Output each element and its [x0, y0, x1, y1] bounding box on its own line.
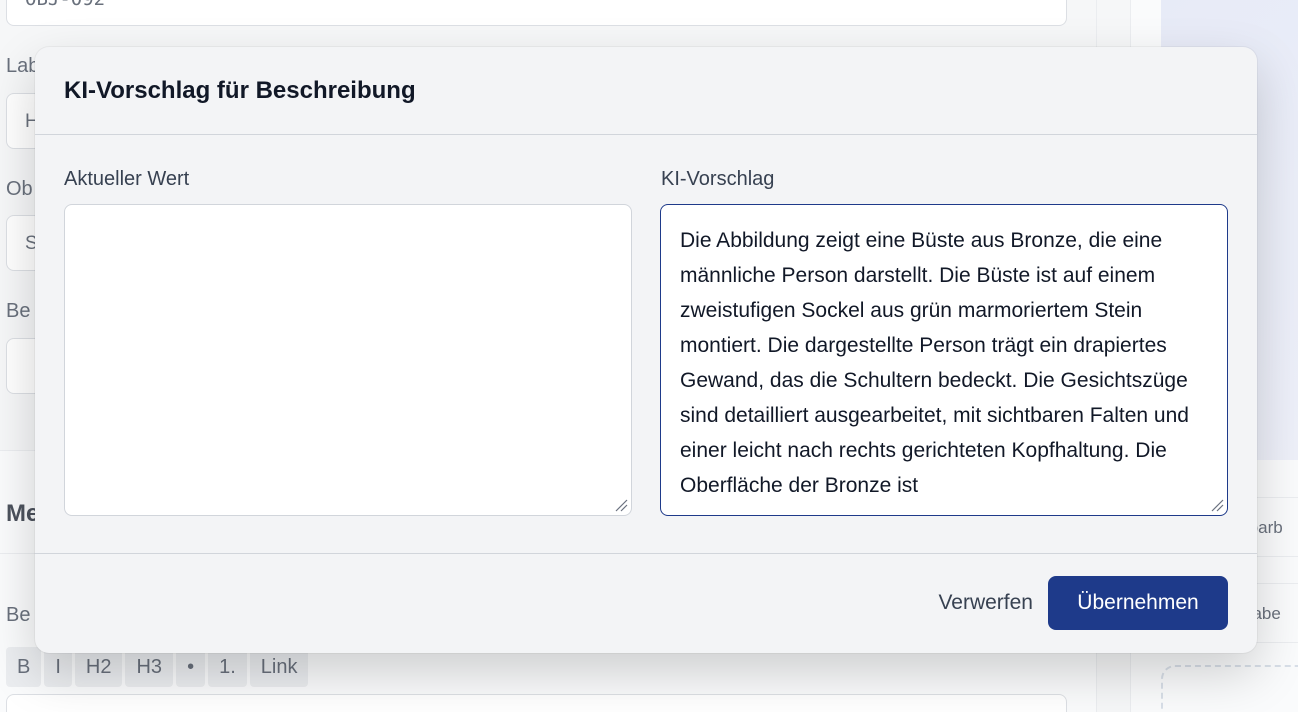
dialog-footer: Verwerfen Übernehmen — [35, 554, 1257, 652]
suggestion-textarea[interactable]: Die Abbildung zeigt eine Büste aus Bronz… — [660, 204, 1228, 516]
ai-suggestion-dialog: KI-Vorschlag für Beschreibung Aktueller … — [35, 47, 1257, 653]
current-value-textarea[interactable] — [64, 204, 632, 516]
suggestion-label: KI-Vorschlag — [661, 168, 775, 190]
current-value-text — [65, 205, 631, 223]
discard-button[interactable]: Verwerfen — [928, 576, 1043, 630]
resize-handle-icon[interactable] — [1210, 498, 1224, 512]
dialog-header: KI-Vorschlag für Beschreibung — [35, 47, 1257, 135]
apply-button[interactable]: Übernehmen — [1048, 576, 1228, 630]
current-value-label: Aktueller Wert — [64, 168, 190, 190]
dialog-title: KI-Vorschlag für Beschreibung — [64, 76, 416, 104]
suggestion-text: Die Abbildung zeigt eine Büste aus Bronz… — [680, 229, 1189, 497]
dialog-body: Aktueller Wert KI-Vorschlag Die Abbildun… — [35, 135, 1257, 554]
resize-handle-icon[interactable] — [614, 498, 628, 512]
